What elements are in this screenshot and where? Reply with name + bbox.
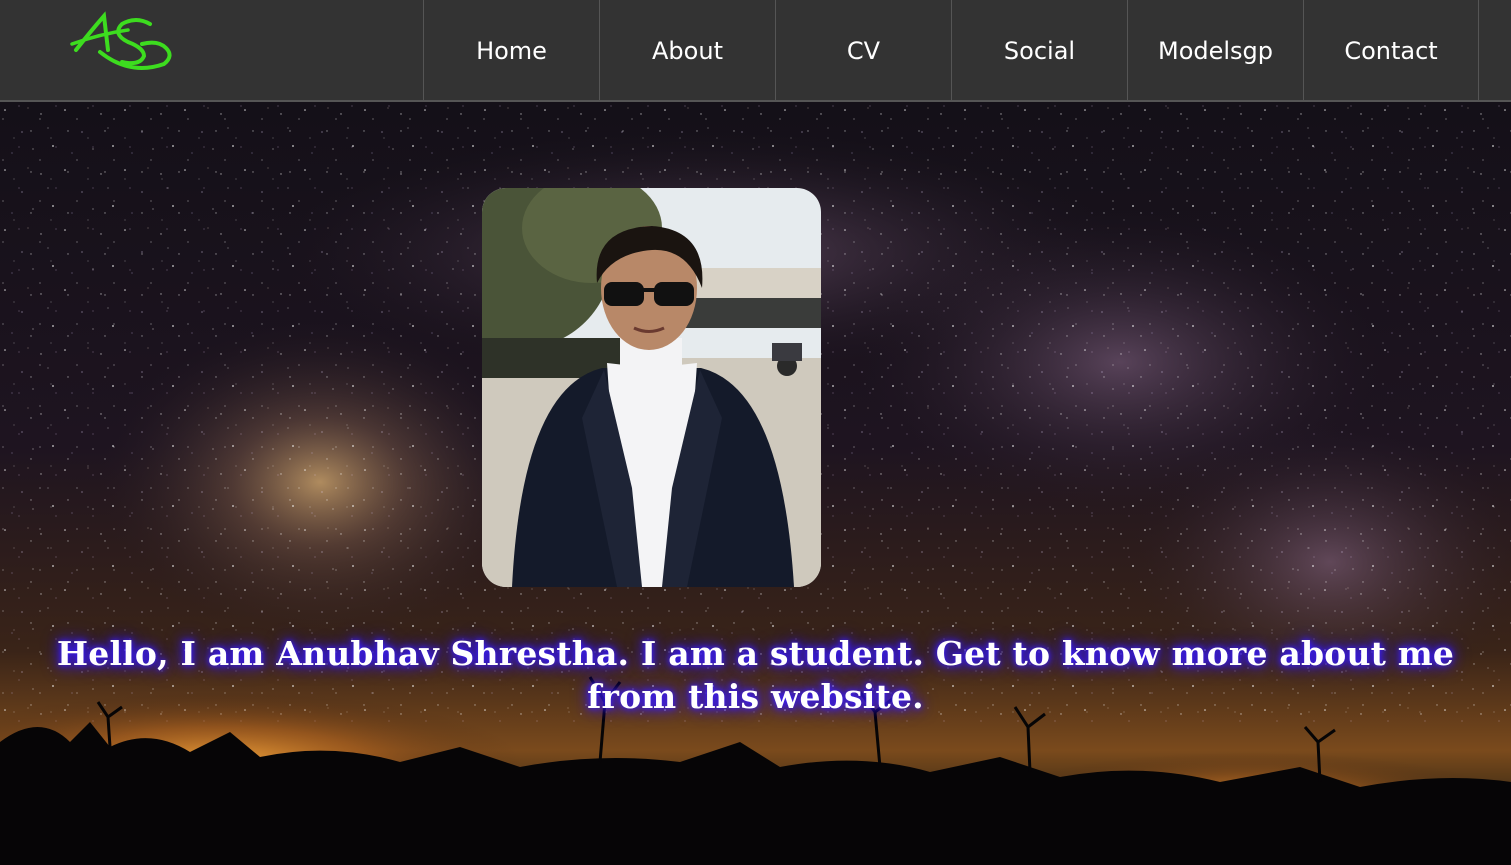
student-portrait-image bbox=[482, 188, 821, 587]
nav-item-about[interactable]: About bbox=[599, 0, 775, 100]
hero-section: Hello, I am Anubhav Shrestha. I am a stu… bbox=[0, 102, 1511, 865]
nav-item-contact[interactable]: Contact bbox=[1303, 0, 1479, 100]
logo-link[interactable] bbox=[70, 10, 174, 76]
nav-item-home[interactable]: Home bbox=[423, 0, 599, 100]
as-logo-icon bbox=[70, 11, 172, 70]
navbar: Home About CV Social Modelsgp Contact bbox=[0, 0, 1511, 102]
intro-text: Hello, I am Anubhav Shrestha. I am a stu… bbox=[56, 634, 1455, 716]
nav-item-social[interactable]: Social bbox=[951, 0, 1127, 100]
nav-menu: Home About CV Social Modelsgp Contact bbox=[423, 0, 1479, 100]
nav-item-cv[interactable]: CV bbox=[775, 0, 951, 100]
nav-item-modelsgp[interactable]: Modelsgp bbox=[1127, 0, 1303, 100]
page: Home About CV Social Modelsgp Contact He… bbox=[0, 0, 1511, 865]
profile-photo bbox=[482, 188, 821, 587]
